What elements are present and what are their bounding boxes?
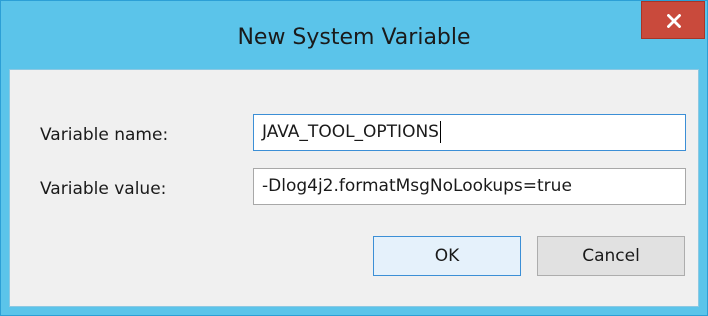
close-button[interactable] [641,1,705,39]
dialog-window: New System Variable Variable name: JAVA_… [0,0,708,316]
variable-name-label: Variable name: [40,125,169,145]
variable-name-field[interactable]: JAVA_TOOL_OPTIONS [253,114,686,151]
dialog-body: Variable name: JAVA_TOOL_OPTIONS Variabl… [9,69,699,307]
dialog-title: New System Variable [237,25,471,50]
cancel-button[interactable]: Cancel [537,236,685,276]
title-bar[interactable]: New System Variable [1,1,707,69]
variable-name-value: JAVA_TOOL_OPTIONS [262,122,439,142]
variable-value-field[interactable]: -Dlog4j2.formatMsgNoLookups=true [253,168,686,205]
variable-value-label: Variable value: [40,179,167,199]
text-caret [439,121,441,143]
ok-button[interactable]: OK [373,236,521,276]
close-icon [667,14,681,28]
variable-value-value: -Dlog4j2.formatMsgNoLookups=true [262,176,572,196]
